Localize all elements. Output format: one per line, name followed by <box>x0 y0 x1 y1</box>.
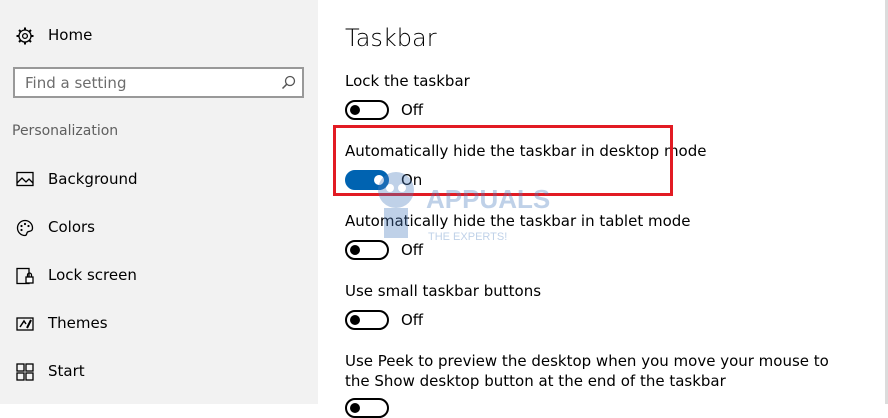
search-placeholder: Find a setting <box>25 74 127 92</box>
setting-label-peek-line1: Use Peek to preview the desktop when you… <box>345 352 829 370</box>
setting-label-peek-line2: the Show desktop button at the end of th… <box>345 372 726 390</box>
sidebar-item-label: Themes <box>48 314 108 332</box>
main-panel: Taskbar Lock the taskbar Off Automatical… <box>318 0 888 418</box>
toggle-knob <box>350 403 360 413</box>
start-icon <box>16 363 34 381</box>
palette-icon <box>16 219 34 237</box>
sidebar-item-themes[interactable]: Themes <box>0 304 318 344</box>
watermark-tagline: THE EXPERTS! <box>428 231 507 243</box>
page-title: Taskbar <box>345 24 437 52</box>
peek-toggle[interactable] <box>345 398 389 418</box>
sidebar-item-label: Lock screen <box>48 266 137 284</box>
toggle-state: Off <box>401 101 424 119</box>
search-input[interactable]: Find a setting <box>13 67 304 98</box>
sidebar-item-label: Background <box>48 170 138 188</box>
sidebar-item-label: Start <box>48 362 85 380</box>
appuals-watermark: APPUALS THE EXPERTS! <box>378 172 550 243</box>
toggle-knob <box>350 245 360 255</box>
sidebar-item-label: Colors <box>48 218 95 236</box>
lock-screen-icon <box>16 267 34 285</box>
sidebar-item-colors[interactable]: Colors <box>0 208 318 248</box>
watermark-brand: APPUALS <box>426 184 550 214</box>
section-label-personalization: Personalization <box>12 123 119 139</box>
search-icon[interactable] <box>281 75 296 90</box>
gear-icon <box>16 27 34 45</box>
setting-label-small-buttons: Use small taskbar buttons <box>345 282 542 300</box>
themes-icon <box>16 317 34 331</box>
toggle-state: Off <box>401 311 424 329</box>
sidebar-item-start[interactable]: Start <box>0 352 318 392</box>
sidebar-item-lock-screen[interactable]: Lock screen <box>0 256 318 296</box>
home-label: Home <box>48 26 93 44</box>
setting-label-lock-taskbar: Lock the taskbar <box>345 72 470 90</box>
sidebar: Home Find a setting Personalization Back… <box>0 0 318 404</box>
sidebar-item-background[interactable]: Background <box>0 160 318 200</box>
lock-taskbar-toggle[interactable] <box>345 100 389 120</box>
toggle-knob <box>350 315 360 325</box>
image-icon <box>16 171 34 187</box>
toggle-knob <box>350 105 360 115</box>
small-buttons-toggle[interactable] <box>345 310 389 330</box>
